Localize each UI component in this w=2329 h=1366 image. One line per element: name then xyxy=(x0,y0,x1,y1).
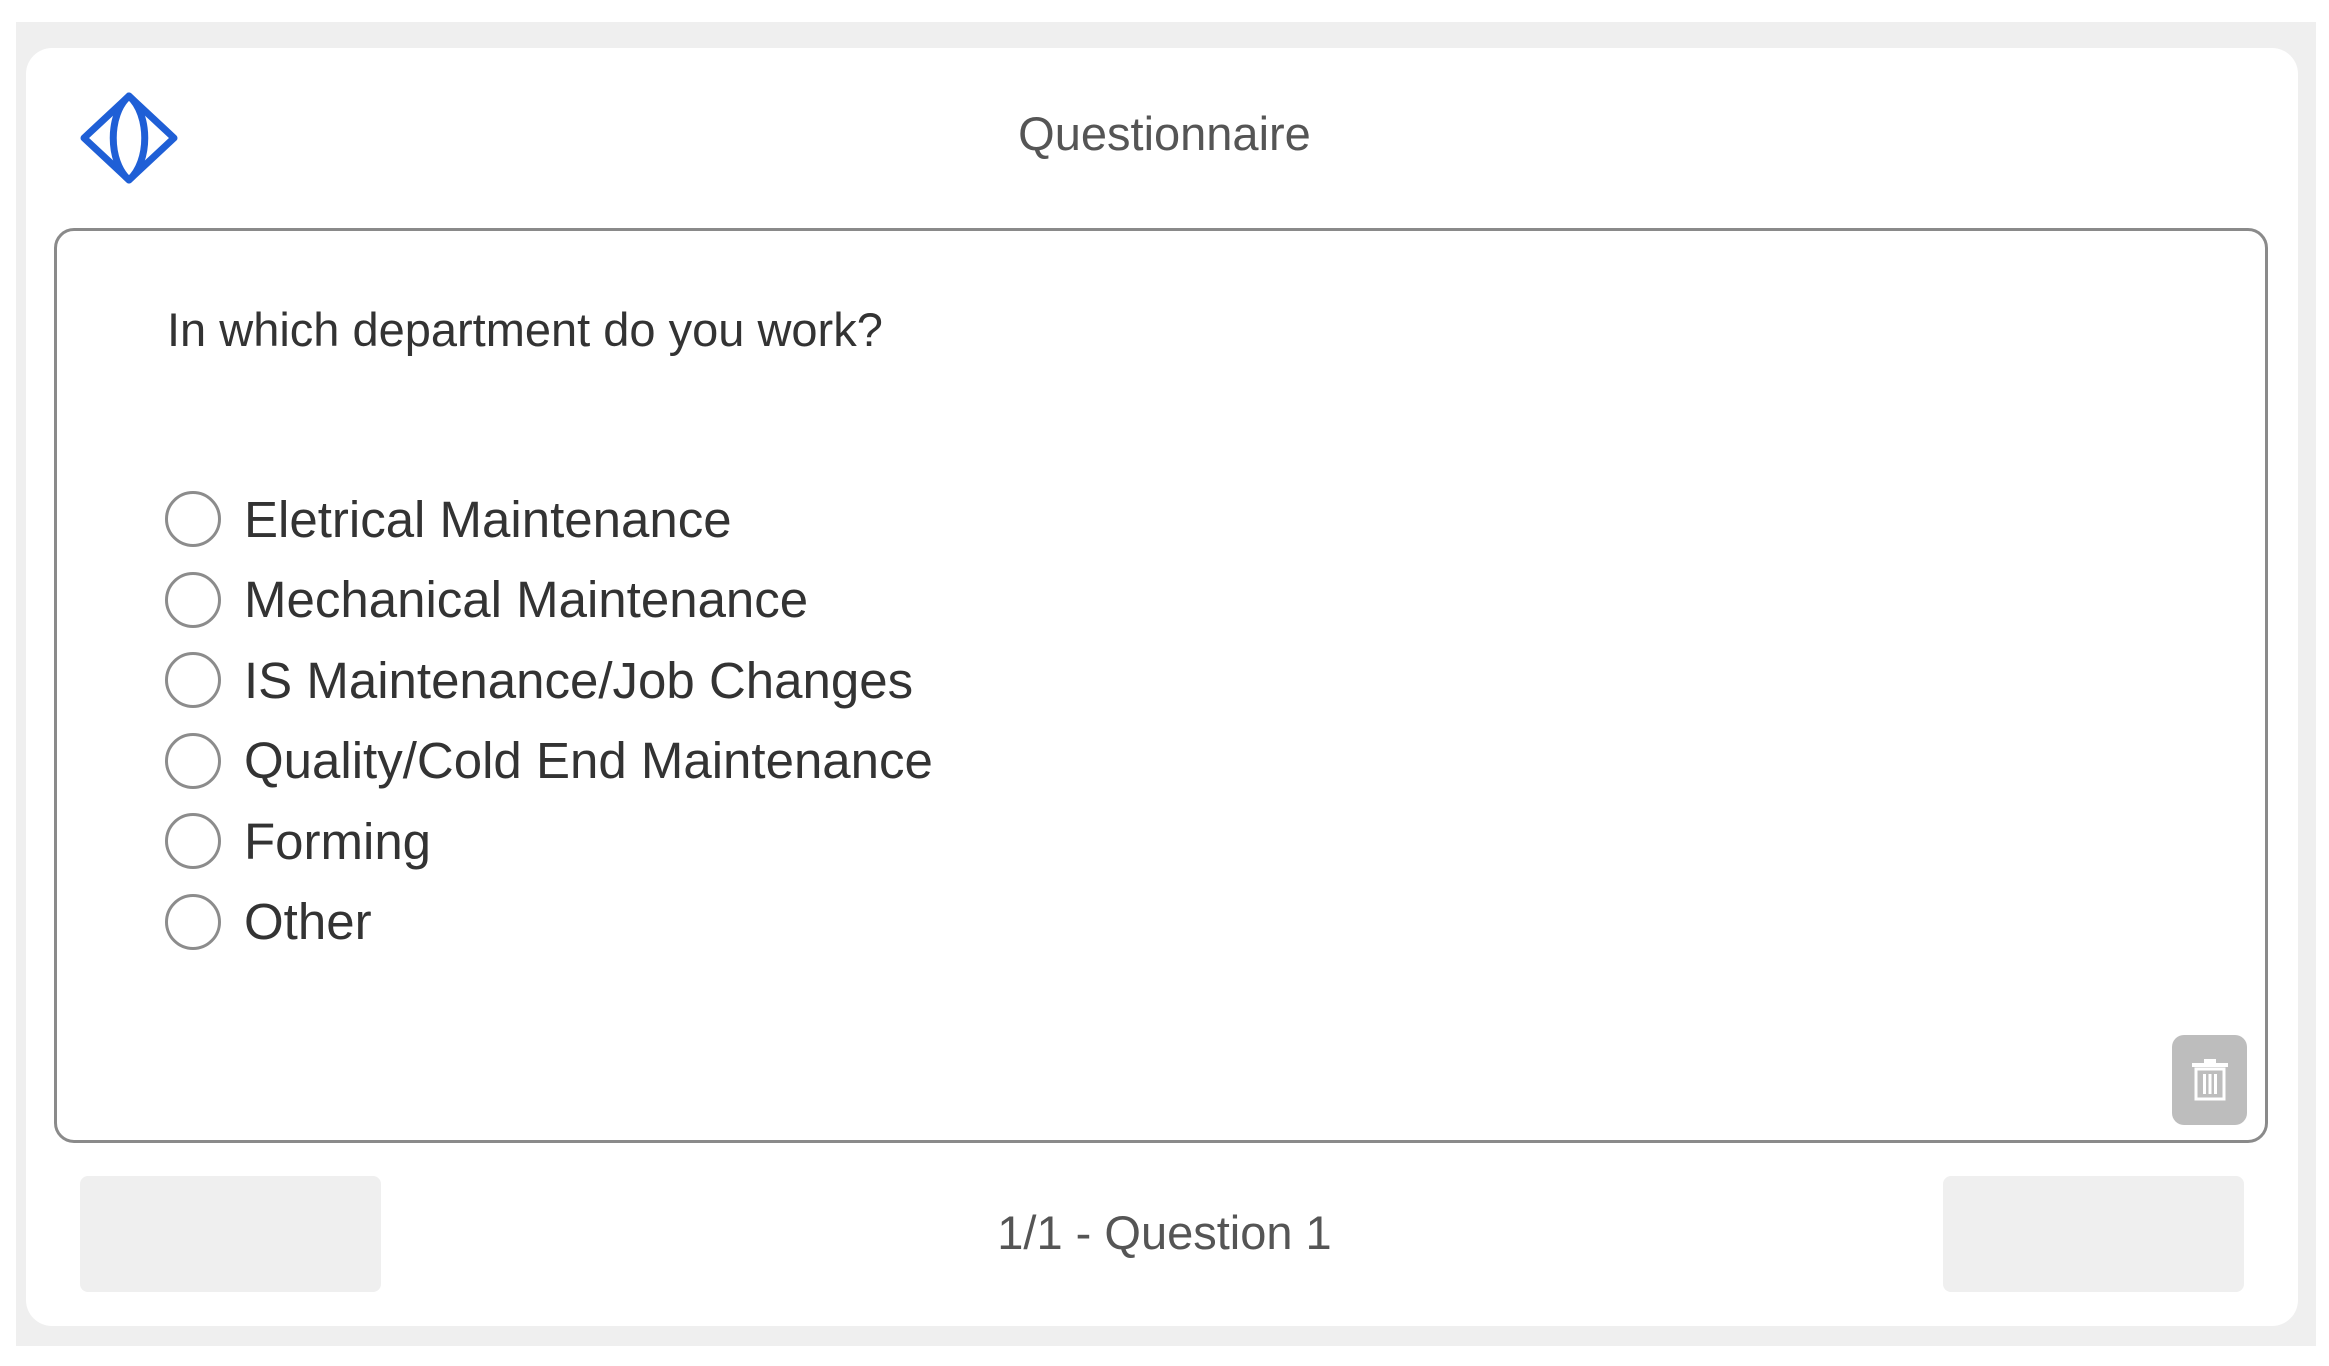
radio-button[interactable] xyxy=(165,491,221,548)
option-label: Other xyxy=(244,893,372,951)
option-quality-cold-end-maintenance[interactable]: Quality/Cold End Maintenance xyxy=(165,721,933,802)
option-eletrical-maintenance[interactable]: Eletrical Maintenance xyxy=(165,479,933,560)
option-label: IS Maintenance/Job Changes xyxy=(244,651,914,709)
radio-button[interactable] xyxy=(165,652,221,709)
question-panel: In which department do you work? Eletric… xyxy=(54,228,2268,1143)
radio-button[interactable] xyxy=(165,893,221,950)
question-text: In which department do you work? xyxy=(167,303,883,356)
page-title: Questionnaire xyxy=(1018,107,1311,160)
radio-button[interactable] xyxy=(165,571,221,628)
radio-button[interactable] xyxy=(165,813,221,870)
delete-answer-button[interactable] xyxy=(2172,1035,2247,1125)
option-label: Eletrical Maintenance xyxy=(244,490,732,548)
option-is-maintenance-job-changes[interactable]: IS Maintenance/Job Changes xyxy=(165,640,933,721)
option-label: Quality/Cold End Maintenance xyxy=(244,732,933,790)
next-button[interactable] xyxy=(1943,1176,2244,1292)
option-label: Mechanical Maintenance xyxy=(244,571,809,629)
answer-options: Eletrical Maintenance Mechanical Mainten… xyxy=(165,479,933,962)
option-other[interactable]: Other xyxy=(165,882,933,963)
trash-icon xyxy=(2191,1059,2228,1101)
option-forming[interactable]: Forming xyxy=(165,801,933,882)
radio-button[interactable] xyxy=(165,732,221,789)
option-label: Forming xyxy=(244,812,432,870)
option-mechanical-maintenance[interactable]: Mechanical Maintenance xyxy=(165,560,933,641)
